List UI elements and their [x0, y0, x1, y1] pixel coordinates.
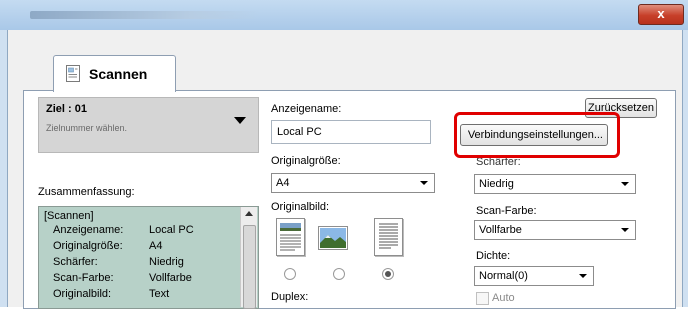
summary-label: Zusammenfassung:: [38, 186, 135, 198]
radio-text-photo[interactable]: [284, 268, 296, 280]
summary-key: Scan-Farbe:: [53, 272, 114, 284]
scan-color-select[interactable]: Vollfarbe: [474, 220, 636, 240]
summary-key: Anzeigename:: [53, 224, 124, 236]
blurred-window-title: [30, 11, 260, 19]
density-label: Dichte:: [476, 250, 511, 262]
sharpness-value: Niedrig: [479, 178, 514, 190]
display-name-input[interactable]: Local PC: [271, 120, 431, 144]
title-bar: x: [0, 0, 688, 30]
text-original-icon[interactable]: [374, 218, 403, 256]
highlight-frame: [454, 112, 620, 158]
chevron-down-icon: [621, 182, 629, 186]
chevron-down-icon: [579, 274, 587, 278]
text-photo-original-icon[interactable]: [276, 218, 305, 256]
summary-key: Originalbild:: [53, 288, 112, 300]
destination-title: Ziel : 01: [46, 103, 87, 115]
summary-scrollbar[interactable]: [240, 207, 257, 309]
original-size-label: Originalgröße:: [271, 155, 341, 167]
density-select[interactable]: Normal(0): [474, 266, 594, 286]
summary-value: Vollfarbe: [149, 272, 192, 284]
original-size-select[interactable]: A4: [271, 173, 435, 193]
tab-scannen[interactable]: Scannen: [53, 55, 176, 92]
chevron-down-icon[interactable]: [234, 117, 246, 124]
text-photo-preview-icon: [280, 223, 301, 251]
summary-value: A4: [149, 240, 163, 252]
duplex-label: Duplex:: [271, 291, 309, 303]
photo-original-icon[interactable]: [318, 226, 348, 250]
scrollbar-thumb[interactable]: [243, 225, 256, 309]
document-scan-icon: [66, 65, 80, 82]
scan-color-value: Vollfarbe: [479, 224, 522, 236]
close-button[interactable]: x: [638, 4, 684, 25]
text-page-icon: [379, 223, 398, 249]
display-name-label: Anzeigename:: [271, 103, 342, 115]
scroll-up-arrow-icon[interactable]: [245, 211, 253, 216]
summary-list: [Scannen] Anzeigename: Local PC Original…: [38, 206, 259, 309]
original-size-value: A4: [276, 177, 290, 189]
scan-color-label: Scan-Farbe:: [476, 205, 537, 217]
auto-checkbox[interactable]: [476, 292, 489, 305]
radio-photo[interactable]: [333, 268, 345, 280]
destination-hint: Zielnummer wählen.: [46, 123, 128, 133]
radio-text[interactable]: [382, 268, 394, 280]
chevron-down-icon: [420, 181, 428, 185]
summary-value: Local PC: [149, 224, 194, 236]
density-value: Normal(0): [479, 270, 528, 282]
destination-selector[interactable]: Ziel : 01 Zielnummer wählen.: [38, 97, 259, 153]
sharpness-select[interactable]: Niedrig: [474, 174, 636, 194]
original-image-label: Originalbild:: [271, 201, 330, 213]
landscape-photo-icon: [320, 228, 346, 248]
summary-header: [Scannen]: [44, 210, 94, 222]
summary-value: Niedrig: [149, 256, 184, 268]
summary-key: Schärfer:: [53, 256, 98, 268]
tab-label: Scannen: [89, 66, 148, 82]
auto-label: Auto: [492, 292, 515, 304]
summary-value: Text: [149, 288, 170, 300]
chevron-down-icon: [621, 228, 629, 232]
summary-key: Originalgröße:: [53, 240, 123, 252]
